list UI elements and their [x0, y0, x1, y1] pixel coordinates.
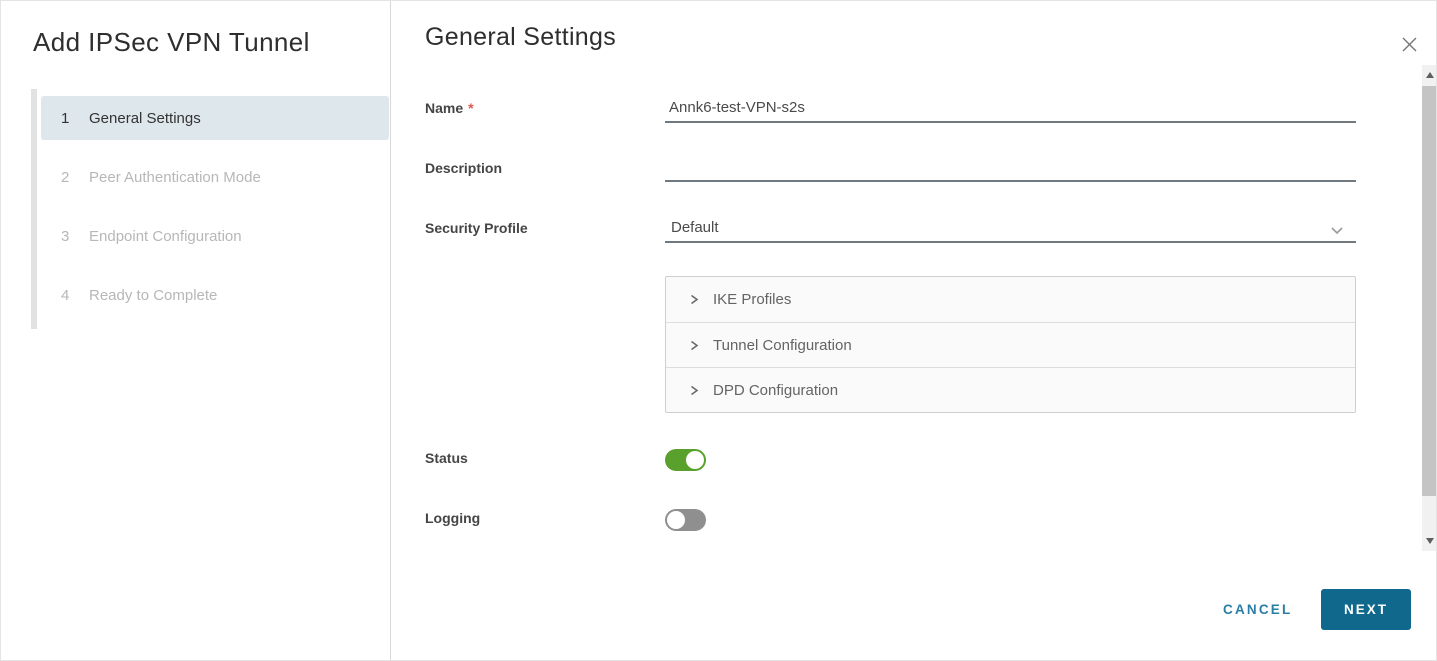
dpd-configuration-section[interactable]: DPD Configuration: [666, 367, 1355, 412]
page-title: General Settings: [425, 23, 616, 52]
wizard-step-general-settings[interactable]: 1 General Settings: [41, 96, 389, 140]
dialog-title: Add IPSec VPN Tunnel: [33, 27, 310, 58]
chevron-right-icon: [688, 384, 700, 397]
name-label: Name*: [425, 100, 474, 116]
scrollbar-thumb[interactable]: [1422, 86, 1437, 496]
wizard-step-ready-to-complete[interactable]: 4 Ready to Complete: [41, 273, 389, 317]
status-label: Status: [425, 450, 468, 466]
step-label: Endpoint Configuration: [89, 228, 242, 245]
section-label: Tunnel Configuration: [713, 337, 852, 354]
security-profile-value: Default: [671, 219, 719, 236]
section-label: DPD Configuration: [713, 382, 838, 399]
steps-progress-bar: [31, 89, 37, 329]
wizard-step-endpoint-configuration[interactable]: 3 Endpoint Configuration: [41, 214, 389, 258]
description-label: Description: [425, 160, 502, 176]
step-label: General Settings: [89, 110, 201, 127]
chevron-right-icon: [688, 339, 700, 352]
close-icon: [1400, 35, 1419, 54]
scroll-up-arrow-icon[interactable]: [1426, 72, 1434, 78]
wizard-sidebar: Add IPSec VPN Tunnel 1 General Settings …: [1, 1, 391, 661]
required-asterisk: *: [468, 100, 473, 116]
step-label: Ready to Complete: [89, 287, 217, 304]
chevron-down-icon: [1330, 222, 1344, 239]
tunnel-configuration-section[interactable]: Tunnel Configuration: [666, 322, 1355, 367]
logging-label: Logging: [425, 510, 480, 526]
logging-toggle[interactable]: [665, 509, 706, 531]
step-number: 2: [61, 169, 89, 186]
step-number: 1: [61, 110, 89, 127]
next-button[interactable]: NEXT: [1321, 589, 1411, 630]
step-number: 3: [61, 228, 89, 245]
close-button[interactable]: [1397, 32, 1421, 56]
security-profile-label: Security Profile: [425, 220, 528, 236]
status-toggle[interactable]: [665, 449, 706, 471]
name-input[interactable]: [665, 93, 1356, 123]
scrollbar-track[interactable]: [1422, 65, 1437, 551]
scroll-down-arrow-icon[interactable]: [1426, 538, 1434, 544]
description-input[interactable]: [665, 152, 1356, 182]
wizard-step-peer-authentication-mode[interactable]: 2 Peer Authentication Mode: [41, 155, 389, 199]
section-label: IKE Profiles: [713, 291, 791, 308]
step-label: Peer Authentication Mode: [89, 169, 261, 186]
profiles-accordion: IKE Profiles Tunnel Configuration DPD Co…: [665, 276, 1356, 413]
ike-profiles-section[interactable]: IKE Profiles: [666, 277, 1355, 322]
security-profile-select[interactable]: Default: [665, 213, 1356, 243]
cancel-button[interactable]: CANCEL: [1223, 602, 1292, 617]
chevron-right-icon: [688, 293, 700, 306]
step-number: 4: [61, 287, 89, 304]
add-ipsec-vpn-tunnel-dialog: Add IPSec VPN Tunnel 1 General Settings …: [0, 0, 1437, 661]
wizard-steps: 1 General Settings 2 Peer Authentication…: [31, 89, 389, 317]
